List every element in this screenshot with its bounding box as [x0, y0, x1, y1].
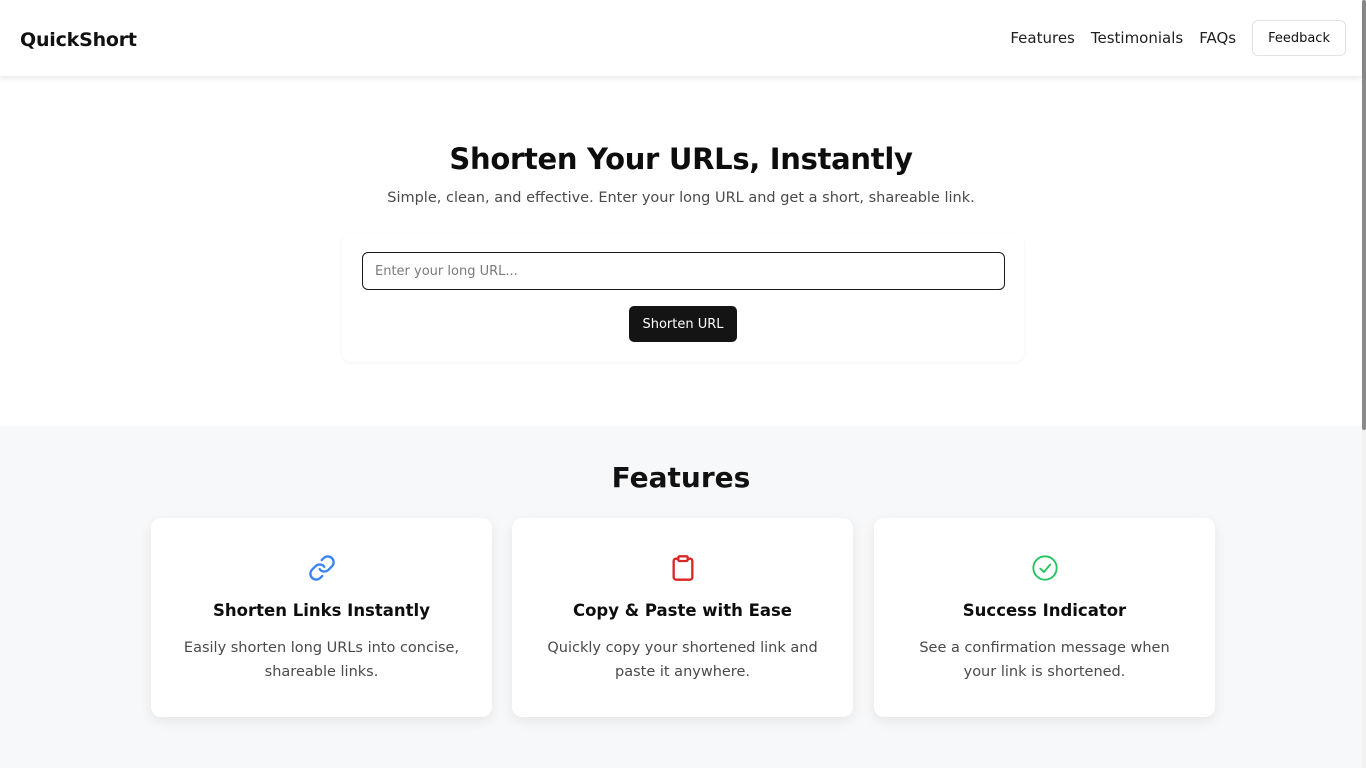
- hero-section: Shorten Your URLs, Instantly Simple, cle…: [0, 76, 1362, 426]
- main-nav: Features Testimonials FAQs Feedback: [1010, 20, 1346, 56]
- feature-card-success: Success Indicator See a confirmation mes…: [874, 518, 1215, 717]
- page-scrollbar[interactable]: [1362, 0, 1366, 768]
- long-url-input[interactable]: [362, 252, 1005, 290]
- features-section: Features Shorten Links Instantly Easily …: [0, 426, 1362, 768]
- url-form-card: Shorten URL: [342, 234, 1024, 362]
- link-icon: [308, 555, 335, 581]
- check-circle-icon: [1031, 555, 1058, 581]
- feedback-button[interactable]: Feedback: [1252, 20, 1346, 56]
- top-navbar: QuickShort Features Testimonials FAQs Fe…: [0, 0, 1362, 76]
- scrollbar-thumb[interactable]: [1362, 0, 1366, 430]
- brand-logo[interactable]: QuickShort: [20, 28, 137, 52]
- feature-title: Success Indicator: [962, 601, 1127, 620]
- shorten-url-button[interactable]: Shorten URL: [629, 306, 737, 342]
- feature-description: Easily shorten long URLs into concise, s…: [183, 640, 460, 680]
- feature-description: See a confirmation message when your lin…: [919, 640, 1170, 680]
- nav-link-features[interactable]: Features: [1010, 28, 1075, 48]
- clipboard-icon: [672, 555, 693, 581]
- features-heading: Features: [611, 461, 751, 494]
- feature-description: Quickly copy your shortened link and pas…: [547, 640, 818, 680]
- nav-link-faqs[interactable]: FAQs: [1199, 28, 1236, 48]
- hero-subtitle: Simple, clean, and effective. Enter your…: [387, 190, 975, 206]
- nav-link-testimonials[interactable]: Testimonials: [1091, 28, 1183, 48]
- feature-title: Shorten Links Instantly: [213, 601, 430, 620]
- feature-card-shorten: Shorten Links Instantly Easily shorten l…: [151, 518, 492, 717]
- feature-title: Copy & Paste with Ease: [572, 601, 792, 620]
- hero-title: Shorten Your URLs, Instantly: [449, 142, 913, 176]
- feature-cards: Shorten Links Instantly Easily shorten l…: [151, 518, 1215, 717]
- page: QuickShort Features Testimonials FAQs Fe…: [0, 0, 1366, 768]
- feature-card-copy: Copy & Paste with Ease Quickly copy your…: [512, 518, 853, 717]
